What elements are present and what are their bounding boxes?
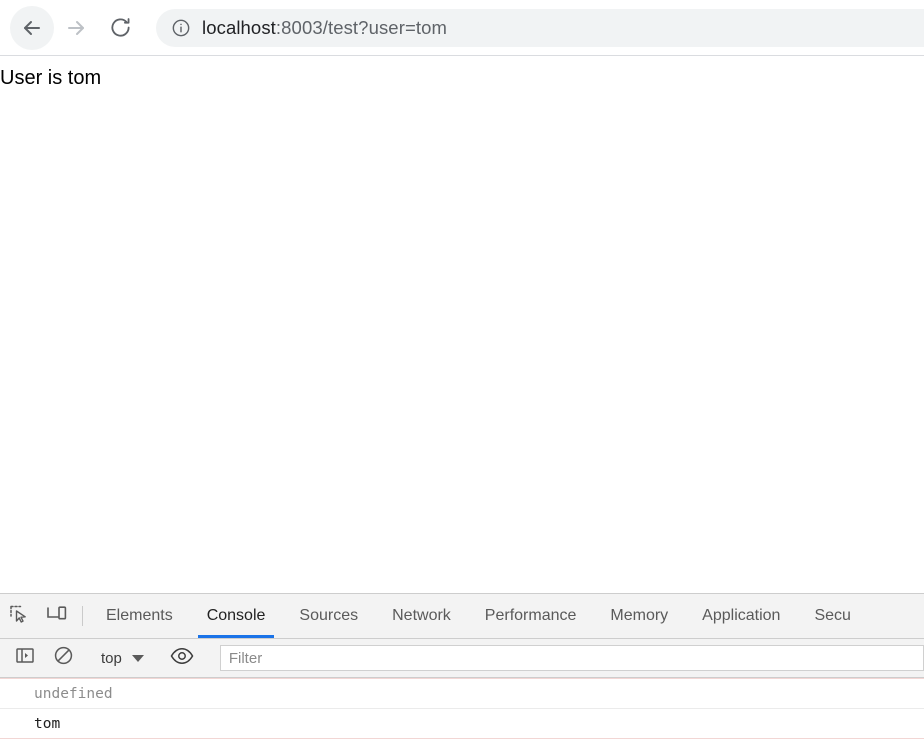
tab-label: Sources: [299, 607, 359, 624]
console-row[interactable]: undefined: [0, 679, 924, 709]
url-text: localhost:8003/test?user=tom: [202, 17, 447, 39]
chevron-down-icon: [131, 654, 144, 662]
filter-input[interactable]: Filter: [219, 645, 924, 671]
console-sidebar-button[interactable]: [6, 646, 44, 670]
tab-label: Network: [392, 607, 451, 624]
clear-console-button[interactable]: [44, 645, 82, 671]
tab-sources[interactable]: Sources: [282, 594, 375, 638]
clear-console-icon: [53, 645, 74, 671]
live-expression-eye-icon: [170, 646, 194, 671]
page-body-text: User is tom: [0, 67, 102, 89]
url-host: localhost: [202, 16, 276, 38]
page-viewport: User is tom: [0, 56, 924, 592]
tab-label: Application: [702, 607, 781, 624]
console-message-text: undefined: [34, 685, 113, 702]
tab-label: Elements: [106, 607, 173, 624]
tab-console[interactable]: Console: [190, 594, 283, 638]
tab-security[interactable]: Secu: [797, 594, 867, 638]
console-output: undefined tom: [0, 678, 924, 739]
console-sidebar-icon: [15, 646, 35, 670]
tab-label: Secu: [814, 607, 851, 624]
tab-label: Performance: [484, 607, 577, 624]
device-toolbar-icon: [46, 604, 68, 629]
reload-button[interactable]: [98, 6, 142, 50]
console-message-text: tom: [34, 715, 61, 732]
execution-context-select[interactable]: top: [95, 650, 150, 667]
tab-elements[interactable]: Elements: [89, 594, 190, 638]
devtools-panel: Elements Console Sources Network Perform…: [0, 593, 924, 739]
url-path: :8003/test?user=tom: [275, 16, 447, 38]
tab-label: Console: [206, 607, 266, 624]
tab-memory[interactable]: Memory: [593, 594, 685, 638]
devtools-tabbar: Elements Console Sources Network Perform…: [0, 594, 924, 639]
tab-label: Memory: [610, 607, 669, 624]
address-bar[interactable]: localhost:8003/test?user=tom: [156, 8, 924, 47]
back-button[interactable]: [10, 5, 54, 50]
arrow-left-icon: [20, 16, 44, 40]
console-row[interactable]: tom: [0, 709, 924, 739]
device-toolbar-button[interactable]: [38, 594, 76, 638]
live-expression-button[interactable]: [163, 646, 201, 671]
browser-toolbar: localhost:8003/test?user=tom: [0, 0, 924, 56]
tab-network[interactable]: Network: [375, 594, 468, 638]
filter-placeholder: Filter: [228, 649, 263, 667]
inspect-element-button[interactable]: [0, 594, 38, 638]
arrow-right-icon: [64, 16, 88, 40]
console-toolbar: top Filter: [0, 639, 924, 678]
forward-button[interactable]: [54, 6, 98, 50]
inspect-element-icon: [9, 604, 29, 629]
reload-icon: [109, 16, 132, 39]
tab-performance[interactable]: Performance: [468, 594, 594, 638]
info-circle-icon[interactable]: [170, 17, 192, 39]
tab-application[interactable]: Application: [685, 594, 797, 638]
execution-context-label: top: [101, 649, 122, 667]
toolbar-divider: [82, 606, 83, 626]
